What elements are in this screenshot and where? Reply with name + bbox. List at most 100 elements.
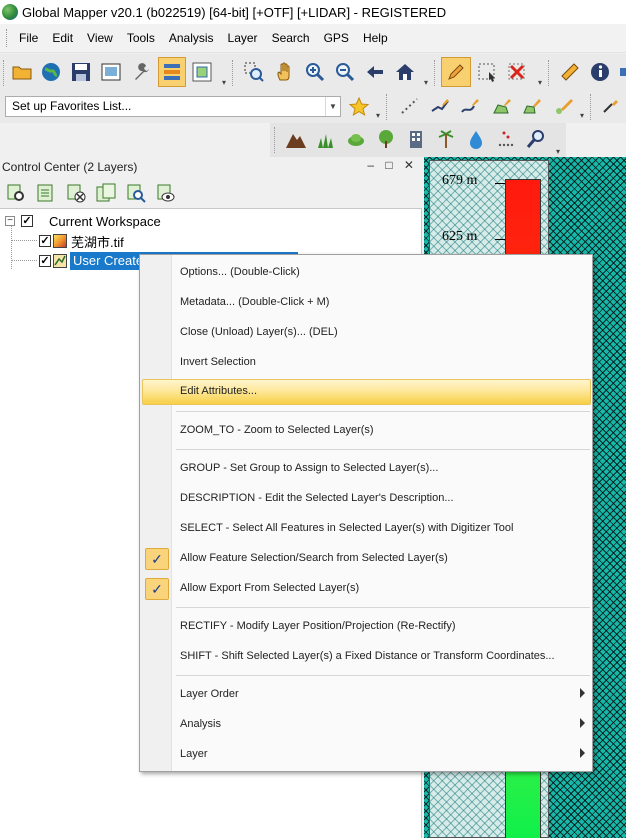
measure-line-icon[interactable] bbox=[600, 94, 624, 118]
toolbar-grip[interactable] bbox=[3, 60, 5, 86]
favorites-select[interactable]: Set up Favorites List... ▼ bbox=[5, 96, 341, 117]
menu-analysis[interactable]: Analysis bbox=[162, 24, 221, 53]
toolbar-overflow-icon[interactable]: ▾ bbox=[376, 111, 380, 120]
map-layout-icon[interactable] bbox=[99, 60, 123, 84]
close-layer-icon[interactable] bbox=[64, 181, 88, 205]
menu-item-layer[interactable]: Layer bbox=[142, 742, 591, 768]
toolbar-overflow-icon[interactable]: ▾ bbox=[538, 78, 542, 87]
globe-icon[interactable] bbox=[39, 60, 63, 84]
create-area-icon[interactable] bbox=[490, 94, 514, 118]
legend-tick bbox=[495, 183, 505, 184]
tree-icon[interactable] bbox=[374, 127, 398, 151]
favorites-star-icon[interactable] bbox=[347, 95, 371, 119]
info-icon[interactable] bbox=[588, 60, 612, 84]
create-smooth-line-icon[interactable] bbox=[458, 94, 482, 118]
layer-label: 芜湖市.tif bbox=[71, 234, 124, 250]
workspace-checkbox[interactable]: ✓ bbox=[21, 215, 33, 227]
zoom-to-layer-icon[interactable] bbox=[124, 181, 148, 205]
select-rectangle-icon[interactable] bbox=[475, 60, 499, 84]
open-folder-icon[interactable] bbox=[10, 60, 34, 84]
menu-item-edit-attributes[interactable]: Edit Attributes... bbox=[142, 379, 591, 405]
toolbar-overflow-icon[interactable]: ▾ bbox=[222, 78, 226, 87]
toolbar-overflow-icon[interactable]: ▾ bbox=[580, 111, 584, 120]
menu-file[interactable]: File bbox=[12, 24, 45, 53]
create-points-icon[interactable] bbox=[398, 94, 422, 118]
menu-item-allow-feature-selection[interactable]: ✓ Allow Feature Selection/Search from Se… bbox=[142, 546, 591, 572]
toolbar-overflow-icon[interactable]: ▾ bbox=[556, 147, 560, 156]
zoom-out-icon[interactable] bbox=[333, 60, 357, 84]
edit-area-icon[interactable] bbox=[520, 94, 544, 118]
menu-gps[interactable]: GPS bbox=[317, 24, 356, 53]
menu-help[interactable]: Help bbox=[356, 24, 395, 53]
menu-item-allow-export[interactable]: ✓ Allow Export From Selected Layer(s) bbox=[142, 576, 591, 602]
checkmark-icon: ✓ bbox=[145, 578, 169, 600]
menu-item-label: Metadata... (Double-Click + M) bbox=[180, 296, 330, 308]
window-title: Global Mapper v20.1 (b022519) [64-bit] [… bbox=[22, 4, 447, 20]
overview-map-icon[interactable] bbox=[190, 60, 214, 84]
delete-feature-icon[interactable] bbox=[505, 60, 529, 84]
bush-icon[interactable] bbox=[344, 127, 368, 151]
menu-item-metadata[interactable]: Metadata... (Double-Click + M) bbox=[142, 290, 591, 316]
menu-item-layer-order[interactable]: Layer Order bbox=[142, 682, 591, 708]
menu-search[interactable]: Search bbox=[265, 24, 317, 53]
layer-checkbox[interactable]: ✓ bbox=[39, 235, 51, 247]
create-line-icon[interactable] bbox=[428, 94, 452, 118]
building-icon[interactable] bbox=[404, 127, 428, 151]
grass-icon[interactable] bbox=[314, 127, 338, 151]
vector-layer-icon bbox=[53, 254, 67, 268]
app-logo-icon bbox=[2, 4, 18, 20]
menu-item-label: DESCRIPTION - Edit the Selected Layer's … bbox=[180, 492, 454, 504]
water-drop-icon[interactable] bbox=[464, 127, 488, 151]
menu-item-select-all[interactable]: SELECT - Select All Features in Selected… bbox=[142, 516, 591, 542]
pan-hand-icon[interactable] bbox=[273, 60, 297, 84]
back-arrow-icon[interactable] bbox=[363, 60, 387, 84]
dots-pattern-icon[interactable] bbox=[494, 127, 518, 151]
zoom-in-icon[interactable] bbox=[303, 60, 327, 84]
legend-label-679: 679 m bbox=[442, 173, 478, 188]
collapse-toggle-icon[interactable]: − bbox=[5, 216, 15, 226]
menu-tools[interactable]: Tools bbox=[120, 24, 162, 53]
menu-item-rectify[interactable]: RECTIFY - Modify Layer Position/Projecti… bbox=[142, 614, 591, 640]
menu-item-options[interactable]: Options... (Double-Click) bbox=[142, 260, 591, 286]
menu-view[interactable]: View bbox=[80, 24, 120, 53]
menu-item-analysis[interactable]: Analysis bbox=[142, 712, 591, 738]
search-pin-icon[interactable] bbox=[524, 127, 548, 151]
tree-row-layer-tif[interactable]: ✓ 芜湖市.tif bbox=[39, 232, 124, 250]
menu-item-group[interactable]: GROUP - Set Group to Assign to Selected … bbox=[142, 456, 591, 482]
wrench-icon[interactable] bbox=[129, 60, 153, 84]
zoom-box-icon[interactable] bbox=[242, 60, 266, 84]
toolbar-separator bbox=[386, 94, 388, 120]
tree-row-workspace[interactable]: − ✓ Current Workspace bbox=[5, 212, 161, 230]
menu-item-zoom-to[interactable]: ZOOM_TO - Zoom to Selected Layer(s) bbox=[142, 418, 591, 444]
favorites-select-value: Set up Favorites List... bbox=[12, 99, 132, 113]
palm-tree-icon[interactable] bbox=[434, 127, 458, 151]
layer-properties-icon[interactable] bbox=[34, 181, 58, 205]
layer-checkbox[interactable]: ✓ bbox=[39, 255, 51, 267]
panel-window-controls[interactable]: – □ ✕ bbox=[367, 158, 418, 172]
home-icon[interactable] bbox=[393, 60, 417, 84]
menu-item-description[interactable]: DESCRIPTION - Edit the Selected Layer's … bbox=[142, 486, 591, 512]
menu-item-label: Allow Feature Selection/Search from Sele… bbox=[180, 552, 448, 564]
menu-layer[interactable]: Layer bbox=[221, 24, 265, 53]
mountain-icon[interactable] bbox=[284, 127, 308, 151]
chevron-down-icon[interactable]: ▼ bbox=[325, 97, 340, 116]
edit-line-icon[interactable] bbox=[552, 94, 576, 118]
favorites-toolbar: Set up Favorites List... ▼ ▾ ▾ bbox=[0, 91, 626, 123]
save-icon[interactable] bbox=[69, 60, 93, 84]
toolbar-grip[interactable] bbox=[274, 127, 276, 153]
menu-item-shift[interactable]: SHIFT - Shift Selected Layer(s) a Fixed … bbox=[142, 644, 591, 670]
more-tools-icon[interactable] bbox=[614, 60, 626, 84]
menubar-grip[interactable] bbox=[6, 29, 9, 47]
layer-search-icon[interactable] bbox=[4, 181, 28, 205]
tree-connector bbox=[11, 226, 12, 269]
menu-item-close-layer[interactable]: Close (Unload) Layer(s)... (DEL) bbox=[142, 320, 591, 346]
measure-ruler-icon[interactable] bbox=[558, 60, 582, 84]
menu-separator bbox=[176, 411, 590, 412]
menu-edit[interactable]: Edit bbox=[45, 24, 80, 53]
layer-group-icon[interactable] bbox=[94, 181, 118, 205]
layer-visibility-eye-icon[interactable] bbox=[154, 181, 178, 205]
digitizer-pencil-icon[interactable] bbox=[441, 57, 471, 87]
menu-item-invert-selection[interactable]: Invert Selection bbox=[142, 350, 591, 376]
toolbar-overflow-icon[interactable]: ▾ bbox=[424, 78, 428, 87]
control-center-toggle-icon[interactable] bbox=[158, 57, 186, 87]
